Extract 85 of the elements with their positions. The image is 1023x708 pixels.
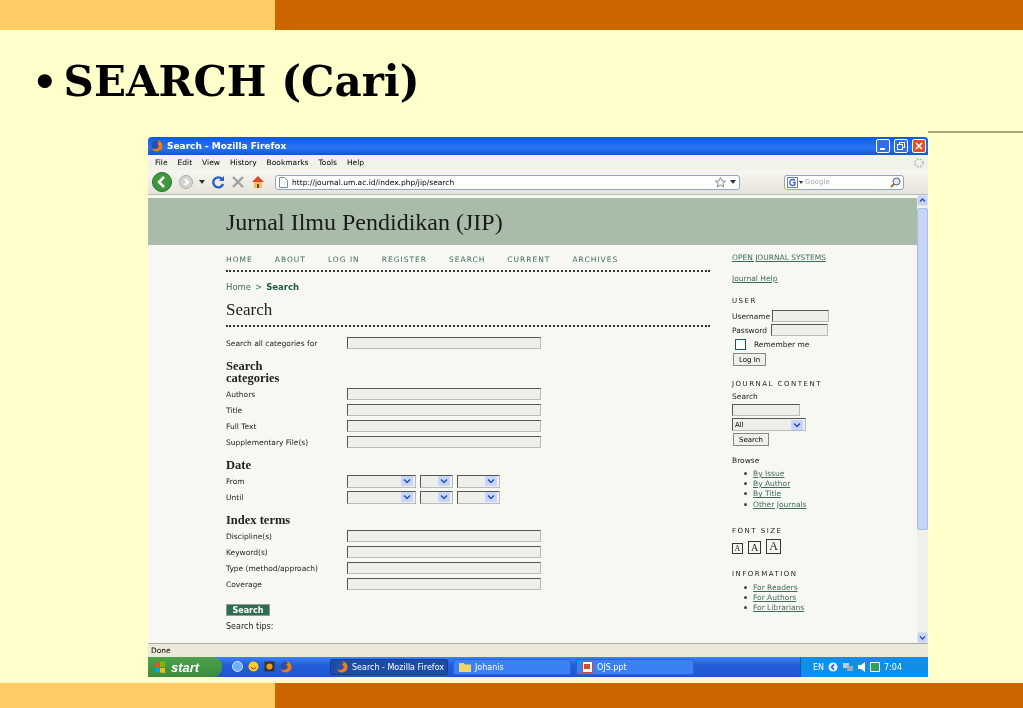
input-field[interactable] <box>347 530 541 542</box>
language-indicator[interactable]: EN <box>813 662 825 672</box>
search-tips-label: Search tips: <box>226 622 275 631</box>
search-button[interactable]: Search <box>226 604 270 616</box>
media-icon[interactable] <box>264 661 275 672</box>
font-size-button[interactable]: A <box>766 539 781 555</box>
date-select[interactable] <box>347 474 416 488</box>
close-button[interactable] <box>912 139 926 153</box>
dropdown-arrow-icon <box>791 419 803 430</box>
date-select[interactable] <box>347 490 416 504</box>
back-button[interactable] <box>151 172 173 192</box>
search-icon[interactable] <box>890 176 901 188</box>
clock: 7:04 <box>884 662 902 672</box>
input-field[interactable] <box>347 546 541 558</box>
restore-icon <box>897 142 905 150</box>
search-engine-icon[interactable] <box>787 176 803 188</box>
home-icon[interactable] <box>251 175 265 189</box>
slide-heading: SEARCH (Cari) <box>63 56 420 108</box>
slides-file-icon <box>582 661 593 673</box>
section-heading: Date <box>226 459 252 471</box>
close-icon <box>915 142 923 150</box>
bullet-icon <box>744 606 747 610</box>
date-select[interactable] <box>457 490 500 504</box>
dropdown-arrow-icon <box>401 476 413 486</box>
dropdown-arrow-icon <box>401 492 413 502</box>
dropdown-arrow-icon <box>485 476 497 486</box>
input-field[interactable] <box>347 420 541 432</box>
date-select[interactable] <box>457 474 500 488</box>
window-title: Search - Mozilla Firefox <box>167 141 287 151</box>
folder-icon <box>459 662 471 672</box>
smiley-icon[interactable] <box>248 661 259 672</box>
star-icon[interactable] <box>715 176 726 188</box>
caret-down-icon[interactable] <box>199 180 205 184</box>
bullet: • <box>32 57 58 107</box>
font-size-button[interactable]: A <box>732 543 743 555</box>
taskbar-button[interactable]: Johanis <box>453 659 571 675</box>
dropdown-arrow-icon <box>485 492 497 502</box>
input-field[interactable] <box>347 388 541 400</box>
browser-icon[interactable] <box>280 661 292 673</box>
date-select[interactable] <box>420 474 453 488</box>
page-icon <box>279 176 288 188</box>
globe-icon[interactable] <box>232 661 243 672</box>
password-field[interactable] <box>771 324 829 336</box>
font-size-button[interactable]: A <box>748 541 761 555</box>
page-heading: Search <box>226 300 710 327</box>
bullet-icon <box>744 481 747 485</box>
browser-icon <box>336 661 348 673</box>
dropdown-arrow-icon <box>438 492 450 502</box>
taskbar-button[interactable]: Search - Mozilla Firefox <box>330 659 448 675</box>
username-field[interactable] <box>772 310 830 322</box>
search-field[interactable] <box>732 404 800 416</box>
journal-title: Jurnal Ilmu Pendidikan (JIP) <box>226 209 503 236</box>
speaker-icon[interactable] <box>858 662 867 672</box>
firefox-icon <box>151 140 163 152</box>
input-field[interactable] <box>347 337 541 349</box>
input-field[interactable] <box>347 436 541 448</box>
scrollbar-thumb[interactable] <box>917 208 928 530</box>
bullet-icon <box>744 502 747 506</box>
input-field[interactable] <box>347 404 541 416</box>
reload-icon[interactable] <box>211 175 225 189</box>
checkbox[interactable] <box>735 338 746 350</box>
restore-button[interactable] <box>894 139 908 153</box>
section-heading: Index terms <box>226 514 292 526</box>
breadcrumb-item[interactable]: Home <box>226 282 252 292</box>
start-button[interactable]: start <box>148 657 222 677</box>
windows-flag-icon <box>154 661 166 673</box>
bullet-icon <box>744 492 747 496</box>
scroll-up-button[interactable] <box>917 195 928 206</box>
minimize-button[interactable] <box>876 139 890 153</box>
scroll-down-button[interactable] <box>917 632 928 643</box>
breadcrumb-item: Search <box>266 282 300 292</box>
breadcrumb-separator: > <box>255 282 263 292</box>
bullet-icon <box>744 471 747 475</box>
input-field[interactable] <box>347 578 541 590</box>
bullet-icon <box>744 585 747 589</box>
caret-down-icon[interactable] <box>730 180 736 184</box>
input-field[interactable] <box>347 562 541 574</box>
section-heading: Search categories <box>226 360 281 384</box>
throbber-icon <box>914 157 924 168</box>
status-icon[interactable] <box>870 662 881 672</box>
date-select[interactable] <box>420 490 453 504</box>
chevron-left-icon[interactable] <box>828 662 839 672</box>
bullet-icon <box>744 596 747 600</box>
dropdown-arrow-icon <box>438 476 450 486</box>
taskbar-button[interactable]: OJS.ppt <box>576 659 694 675</box>
